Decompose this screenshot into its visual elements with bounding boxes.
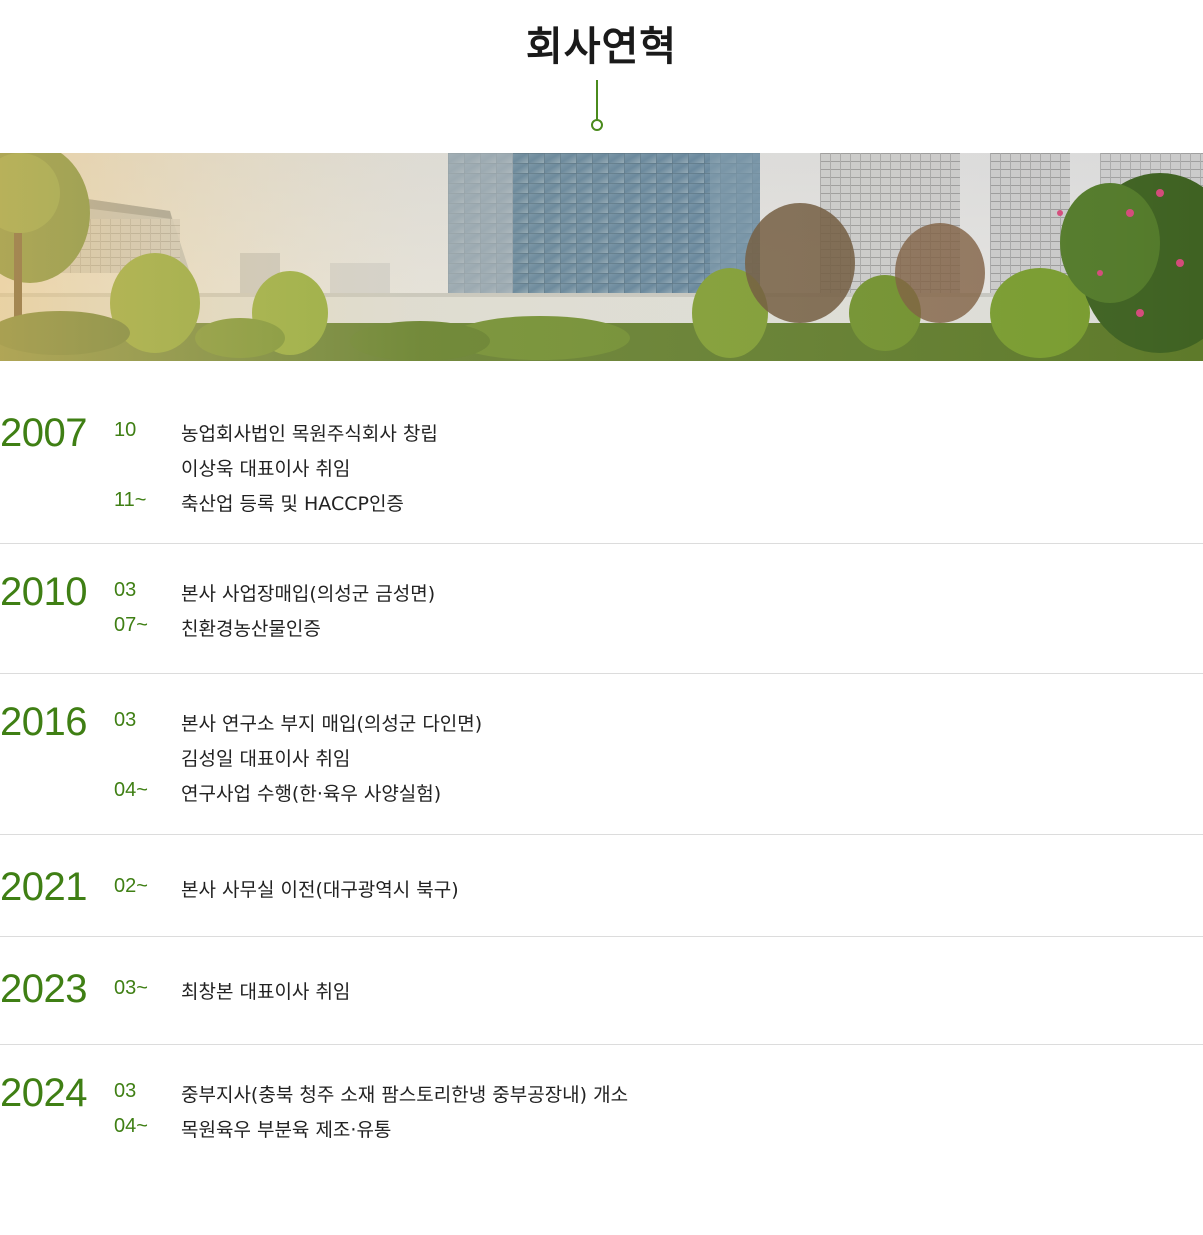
entry-text: 최창본 대표이사 취임 [181,981,351,1003]
entry-month: 10 [114,419,137,441]
year-block-2007: 2007 10 농업회사법인 목원주식회사 창립 이상욱 대표이사 취임 11~… [0,361,1203,544]
entry-month: 03~ [114,977,148,999]
entry-month: 03 [114,709,137,731]
year-block-2016: 2016 03 본사 연구소 부지 매입(의성군 다인면) 김성일 대표이사 취… [0,674,1203,835]
year-block-2023: 2023 03~ 최창본 대표이사 취임 [0,937,1203,1045]
history-entry: 07~ 친환경농산물인증 [0,614,1203,649]
entry-text: 농업회사법인 목원주식회사 창립 [181,423,438,445]
entry-text: 친환경농산물인증 [181,618,321,640]
history-entry: 03 본사 사업장매입(의성군 금성면) [0,579,1203,614]
entry-text: 중부지사(충북 청주 소재 팜스토리한냉 중부공장내) 개소 [181,1084,629,1106]
entry-month: 11~ [114,489,147,511]
banner-image [0,153,1203,361]
page-title: 회사연혁 [525,24,678,70]
entry-text: 연구사업 수행(한·육우 사양실험) [181,783,442,805]
history-entry: 03 중부지사(충북 청주 소재 팜스토리한냉 중부공장내) 개소 [0,1080,1203,1115]
year-block-2024: 2024 03 중부지사(충북 청주 소재 팜스토리한냉 중부공장내) 개소 0… [0,1045,1203,1175]
year-block-2021: 2021 02~ 본사 사무실 이전(대구광역시 북구) [0,835,1203,937]
year-block-2010: 2010 03 본사 사업장매입(의성군 금성면) 07~ 친환경농산물인증 [0,544,1203,674]
history-entry: 03~ 최창본 대표이사 취임 [0,977,1203,1012]
entry-month: 03 [114,579,137,601]
history-entry: 이상욱 대표이사 취임 [0,454,1203,489]
history-entry: 김성일 대표이사 취임 [0,744,1203,779]
entry-text: 이상욱 대표이사 취임 [181,458,351,480]
entry-text: 본사 사업장매입(의성군 금성면) [181,583,436,605]
entry-text: 축산업 등록 및 HACCP인증 [181,493,404,515]
history-entry: 11~ 축산업 등록 및 HACCP인증 [0,489,1203,524]
history-entry: 04~ 목원육우 부분육 제조·유통 [0,1115,1203,1150]
title-decoration [590,80,604,132]
entry-text: 본사 사무실 이전(대구광역시 북구) [181,879,459,901]
entry-month: 02~ [114,875,148,897]
entry-month: 03 [114,1080,137,1102]
entry-text: 본사 연구소 부지 매입(의성군 다인면) [181,713,483,735]
history-entry: 04~ 연구사업 수행(한·육우 사양실험) [0,779,1203,814]
history-entry: 10 농업회사법인 목원주식회사 창립 [0,419,1203,454]
entry-month: 04~ [114,1115,148,1137]
history-entry: 03 본사 연구소 부지 매입(의성군 다인면) [0,709,1203,744]
history-entry: 02~ 본사 사무실 이전(대구광역시 북구) [0,875,1203,910]
entry-text: 김성일 대표이사 취임 [181,748,351,770]
entry-month: 07~ [114,614,148,636]
entry-text: 목원육우 부분육 제조·유통 [181,1119,392,1141]
entry-month: 04~ [114,779,148,801]
